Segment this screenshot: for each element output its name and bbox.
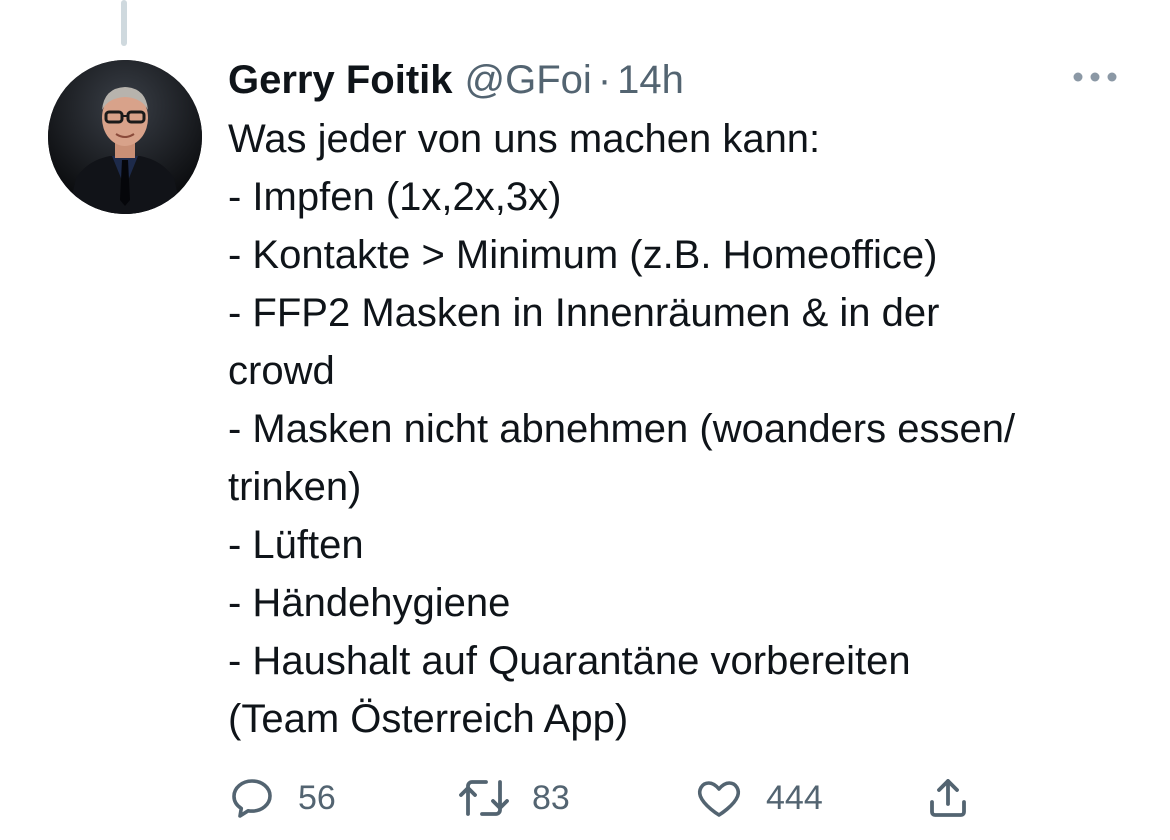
avatar[interactable] bbox=[48, 60, 202, 214]
share-icon bbox=[930, 779, 966, 817]
reply-icon bbox=[232, 779, 272, 818]
tweet-timestamp[interactable]: 14h bbox=[617, 52, 684, 108]
user-handle[interactable]: @GFoi bbox=[465, 52, 592, 108]
heart-icon bbox=[698, 781, 740, 817]
separator-dot: · bbox=[597, 58, 612, 102]
tweet-actions-bar: 56 83 444 bbox=[0, 768, 1170, 828]
tweet-text-line: crowd bbox=[228, 349, 335, 393]
tweet-text-line: - Impfen (1x,2x,3x) bbox=[228, 175, 562, 219]
tweet-text-line: - Händehygiene bbox=[228, 581, 511, 625]
share-button[interactable] bbox=[924, 768, 972, 828]
more-dots-icon bbox=[1073, 72, 1117, 82]
tweet-text: Was jeder von uns machen kann: - Impfen … bbox=[228, 110, 1128, 748]
tweet-header: Gerry Foitik @GFoi · 14h bbox=[228, 52, 1128, 108]
avatar-photo bbox=[48, 60, 202, 214]
tweet-text-line: trinken) bbox=[228, 465, 362, 509]
tweet-text-line: - Masken nicht abnehmen (woanders essen/ bbox=[228, 407, 1016, 451]
tweet-text-line: (Team Österreich App) bbox=[228, 697, 629, 741]
tweet-text-line: - Lüften bbox=[228, 523, 364, 567]
reply-count: 56 bbox=[298, 778, 336, 817]
tweet-text-line: - Haushalt auf Quarantäne vorbereiten bbox=[228, 639, 911, 683]
display-name[interactable]: Gerry Foitik bbox=[228, 52, 453, 108]
like-button[interactable]: 444 bbox=[694, 768, 823, 828]
reply-button[interactable]: 56 bbox=[228, 768, 336, 828]
tweet: Gerry Foitik @GFoi · 14h Was jeder von u… bbox=[228, 52, 1128, 748]
tweet-text-line: - FFP2 Masken in Innenräumen & in der bbox=[228, 291, 940, 335]
more-options-button[interactable] bbox=[1070, 62, 1120, 92]
retweet-count: 83 bbox=[532, 778, 570, 817]
retweet-button[interactable]: 83 bbox=[456, 768, 570, 828]
thread-connector-line bbox=[121, 0, 127, 46]
retweet-icon bbox=[459, 780, 509, 816]
tweet-text-line: - Kontakte > Minimum (z.B. Homeoffice) bbox=[228, 233, 938, 277]
like-count: 444 bbox=[766, 778, 823, 817]
tweet-text-line: Was jeder von uns machen kann: bbox=[228, 117, 821, 161]
